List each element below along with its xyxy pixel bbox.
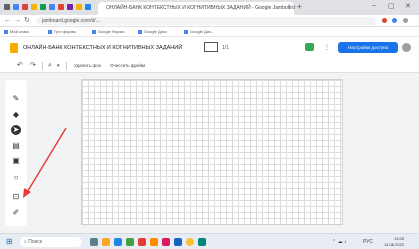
frame-counter: 1/1	[222, 45, 229, 51]
more-options-icon[interactable]: ⋮	[324, 44, 330, 51]
pinned-tab-icon[interactable]	[67, 4, 73, 10]
forward-icon[interactable]: →	[14, 17, 21, 25]
toolbar-divider	[66, 62, 67, 70]
windows-taskbar: ⊞ ⌕ Поиск ⌃ ☁ ♪ РУС 13:03 14.08.2023	[0, 233, 419, 249]
clock[interactable]: 13:03 14.08.2023	[384, 236, 404, 248]
pinned-tab-icon[interactable]	[22, 4, 28, 10]
address-bar: ← → ↻ jamboard.google.com/d/...	[0, 15, 419, 27]
toolbar-divider	[42, 62, 43, 70]
clear-frame-button[interactable]: Очистить фрейм	[110, 63, 145, 68]
new-tab-button[interactable]: +	[297, 3, 302, 11]
profile-icon[interactable]	[403, 18, 408, 23]
laser-tool-icon[interactable]: ✐	[11, 208, 21, 218]
taskbar-app-icon[interactable]	[198, 238, 206, 246]
taskbar-app-icon[interactable]	[174, 238, 182, 246]
extension-icon[interactable]	[392, 18, 397, 23]
sticky-note-tool-icon[interactable]: ▤	[11, 141, 21, 151]
pinned-tab-icon[interactable]	[49, 4, 55, 10]
taskbar-app-icon[interactable]	[126, 238, 134, 246]
windows-start-icon[interactable]: ⊞	[6, 238, 13, 246]
circle-tool-icon[interactable]: ○	[11, 173, 21, 183]
bookmark-icon	[4, 29, 8, 34]
pinned-tab-icon[interactable]	[4, 4, 10, 10]
redo-icon[interactable]: ↷	[30, 62, 36, 70]
browser-tab-strip: ОНЛАЙН-БАНК КОНТЕКСТНЫХ И КОГНИТИВНЫХ ЗА…	[0, 0, 419, 15]
pinned-tab-icon[interactable]	[13, 4, 19, 10]
pinned-tab-icon[interactable]	[58, 4, 64, 10]
bookmark-icon	[184, 29, 188, 34]
bookmark-item[interactable]: Google Форма	[92, 29, 124, 34]
undo-icon[interactable]: ↶	[17, 62, 23, 70]
bookmark-icon	[48, 29, 52, 34]
eraser-tool-icon[interactable]: ◆	[11, 110, 21, 120]
pinned-tab-icon[interactable]	[85, 4, 91, 10]
taskbar-app-icon[interactable]	[90, 238, 98, 246]
set-background-button[interactable]: Удалить фон	[74, 63, 101, 68]
taskbar-app-icon[interactable]	[102, 238, 110, 246]
minimize-button[interactable]: –	[372, 2, 376, 9]
url-input[interactable]: jamboard.google.com/d/...	[36, 17, 376, 25]
close-window-button[interactable]: ✕	[405, 2, 411, 10]
taskbar-app-icon[interactable]	[150, 238, 158, 246]
taskbar-app-icon[interactable]	[114, 238, 122, 246]
extension-icon[interactable]	[382, 18, 387, 23]
taskbar-app-icon[interactable]	[138, 238, 146, 246]
meet-camera-icon[interactable]	[305, 43, 314, 51]
bookmarks-bar: Мой класс Гугл формы Google Форма Google…	[0, 27, 419, 37]
tool-sidebar: ✎ ◆ ➤ ▤ ▣ ○ ⊡ ✐	[5, 80, 27, 226]
language-indicator[interactable]: РУС	[363, 238, 373, 246]
image-tool-icon[interactable]: ▣	[11, 156, 21, 166]
close-tab-icon[interactable]: ×	[287, 4, 291, 10]
active-tab[interactable]: ОНЛАЙН-БАНК КОНТЕКСТНЫХ И КОГНИТИВНЫХ ЗА…	[98, 2, 295, 15]
share-button[interactable]: Настройки доступа	[338, 42, 398, 53]
bookmark-item[interactable]: Гугл формы	[48, 29, 76, 34]
bookmark-item[interactable]: Google Дис...	[184, 29, 214, 34]
zoom-dropdown-icon[interactable]: ▾	[57, 62, 60, 70]
pinned-tab-icon[interactable]	[31, 4, 37, 10]
select-tool-icon[interactable]: ➤	[11, 125, 21, 135]
bookmark-icon	[138, 29, 142, 34]
text-box-tool-icon[interactable]: ⊡	[11, 192, 21, 202]
taskbar-search-input[interactable]: ⌕ Поиск	[20, 237, 82, 247]
clock-date: 14.08.2023	[384, 242, 405, 247]
bookmark-item[interactable]: Мой класс	[4, 29, 29, 34]
document-title[interactable]: ОНЛАЙН-БАНК КОНТЕКСТНЫХ И КОГНИТИВНЫХ ЗА…	[23, 45, 182, 51]
bookmark-icon	[92, 29, 96, 34]
chrome-taskbar-icon[interactable]	[186, 238, 194, 246]
app-header: ОНЛАЙН-БАНК КОНТЕКСТНЫХ И КОГНИТИВНЫХ ЗА…	[0, 37, 419, 59]
bookmark-item[interactable]: Google Диск	[138, 29, 167, 34]
zoom-icon[interactable]: ⌕	[48, 62, 52, 70]
reload-icon[interactable]: ↻	[24, 17, 30, 25]
frame-bar-thumbnail[interactable]	[204, 42, 218, 52]
maximize-button[interactable]: ▢	[388, 2, 395, 10]
pen-tool-icon[interactable]: ✎	[11, 94, 21, 104]
pinned-tab-icon[interactable]	[40, 4, 46, 10]
whiteboard-frame[interactable]	[81, 79, 343, 225]
taskbar-app-icon[interactable]	[162, 238, 170, 246]
tray-icons[interactable]: ⌃ ☁ ♪	[332, 238, 346, 246]
jam-toolbar: ↶ ↷ ⌕ ▾ Удалить фон Очистить фрейм	[0, 59, 419, 73]
back-icon[interactable]: ←	[4, 17, 11, 25]
jamboard-logo-icon[interactable]	[10, 43, 18, 53]
pinned-tab-icon[interactable]	[76, 4, 82, 10]
tab-title: ОНЛАЙН-БАНК КОНТЕКСТНЫХ И КОГНИТИВНЫХ ЗА…	[106, 5, 295, 11]
avatar[interactable]	[402, 43, 411, 52]
